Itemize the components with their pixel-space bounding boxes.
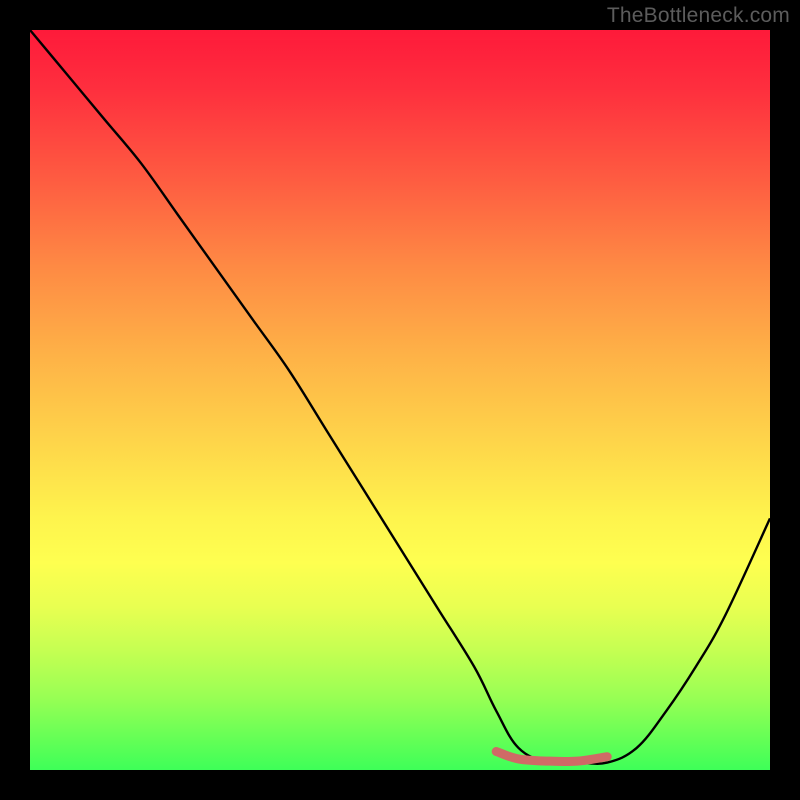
bottleneck-curve-path <box>30 30 770 764</box>
bottleneck-flat-highlight-path <box>496 752 607 762</box>
chart-frame: TheBottleneck.com <box>0 0 800 800</box>
plot-area <box>30 30 770 770</box>
bottleneck-curve-svg <box>30 30 770 770</box>
watermark-text: TheBottleneck.com <box>607 4 790 28</box>
